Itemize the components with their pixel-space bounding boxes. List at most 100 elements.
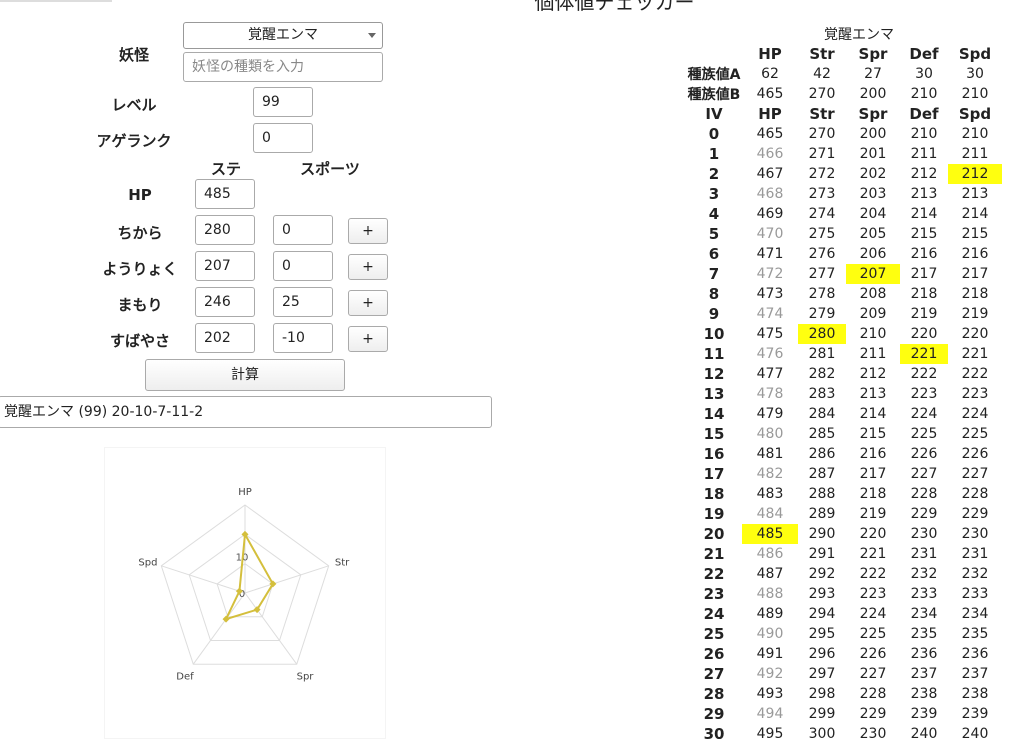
base-b-value: 200 [859, 86, 887, 102]
str-plus-button[interactable]: + [348, 218, 388, 244]
level-label: レベル [111, 96, 157, 114]
iv-number: 0 [708, 125, 720, 143]
base-b-row: 種族値B 465 270 200 210 210 [686, 84, 1002, 104]
def-cell: 233 [910, 586, 938, 602]
table-row: 13 478 283 213 223 223 [686, 384, 1002, 404]
hp-stat-input[interactable]: 485 [195, 179, 255, 209]
spd-plus-button[interactable]: + [348, 326, 388, 352]
str-cell: 292 [808, 566, 836, 582]
base-b-value: 210 [961, 86, 989, 102]
spd-cell: 219 [961, 306, 989, 322]
hp-cell: 484 [756, 506, 784, 522]
spd-cell: 212 [948, 164, 1002, 184]
table-row: 11 476 281 211 221 221 [686, 344, 1002, 364]
iv-number: 17 [703, 465, 725, 483]
spd-sports-input[interactable]: -10 [273, 323, 333, 353]
iv-table-container: 覚醒エンマ HP Str Spr Def Spd 種族値A 62 42 27 30 30 種族値B 465… [686, 24, 1002, 744]
def-cell: 220 [910, 326, 938, 342]
table-row: 15 480 285 215 225 225 [686, 424, 1002, 444]
str-cell: 271 [808, 146, 836, 162]
table-row: 18 483 288 218 228 228 [686, 484, 1002, 504]
iv-number: 27 [703, 665, 725, 683]
def-stat-input[interactable]: 246 [195, 287, 255, 317]
iv-number: 26 [703, 645, 725, 663]
spr-cell: 205 [859, 226, 887, 242]
hp-cell: 493 [756, 686, 784, 702]
str-sports-input[interactable]: 0 [273, 215, 333, 245]
spd-stat-input[interactable]: 202 [195, 323, 255, 353]
spr-cell: 218 [859, 486, 887, 502]
iv-number: 8 [708, 285, 720, 303]
iv-number: 22 [703, 565, 725, 583]
spr-cell: 212 [859, 366, 887, 382]
radar-axis-spr [244, 592, 298, 665]
base-a-value: 62 [761, 66, 779, 82]
str-cell: 289 [808, 506, 836, 522]
str-cell: 300 [808, 726, 836, 742]
base-b-value: 270 [808, 86, 836, 102]
spr-stat-input[interactable]: 207 [195, 251, 255, 281]
youkai-select[interactable]: 覚醒エンマ [183, 22, 383, 49]
spd-cell: 238 [961, 686, 989, 702]
str-cell: 281 [808, 346, 836, 362]
spr-cell: 226 [859, 646, 887, 662]
str-cell: 277 [808, 266, 836, 282]
iv-number: 24 [703, 605, 725, 623]
iv-number: 4 [708, 205, 720, 223]
spr-cell: 209 [859, 306, 887, 322]
hp-cell: 471 [756, 246, 784, 262]
str-stat-input[interactable]: 280 [195, 215, 255, 245]
iv-number: 30 [703, 725, 725, 743]
spd-cell: 216 [961, 246, 989, 262]
spr-cell: 211 [859, 346, 887, 362]
spr-sports-input[interactable]: 0 [273, 251, 333, 281]
iv-number: 29 [703, 705, 725, 723]
result-output[interactable]: 覚醒エンマ (99) 20-10-7-11-2 [0, 396, 492, 428]
stat-header: Str [809, 45, 835, 63]
def-sports-input[interactable]: 25 [273, 287, 333, 317]
spr-label: ようりょく [102, 260, 178, 278]
spd-cell: 232 [961, 566, 989, 582]
str-cell: 295 [808, 626, 836, 642]
def-cell: 218 [910, 286, 938, 302]
table-row: 22 487 292 222 232 232 [686, 564, 1002, 584]
def-plus-button[interactable]: + [348, 290, 388, 316]
spr-cell: 222 [859, 566, 887, 582]
hp-cell: 480 [756, 426, 784, 442]
spd-cell: 239 [961, 706, 989, 722]
hp-cell: 468 [756, 186, 784, 202]
str-cell: 273 [808, 186, 836, 202]
str-cell: 279 [808, 306, 836, 322]
iv-number: 11 [703, 345, 725, 363]
spr-cell: 203 [859, 186, 887, 202]
base-b-value: 210 [910, 86, 938, 102]
base-a-row: 種族値A 62 42 27 30 30 [686, 64, 1002, 84]
table-cell [686, 44, 742, 64]
spr-plus-button[interactable]: + [348, 254, 388, 280]
table-row: 5 470 275 205 215 215 [686, 224, 1002, 244]
iv-number: 3 [708, 185, 720, 203]
spd-cell: 218 [961, 286, 989, 302]
def-cell: 240 [910, 726, 938, 742]
str-cell: 290 [808, 526, 836, 542]
table-row: 10 475 280 210 220 220 [686, 324, 1002, 344]
hp-cell: 478 [756, 386, 784, 402]
level-input[interactable]: 99 [253, 87, 313, 117]
def-cell: 238 [910, 686, 938, 702]
spr-cell: 210 [859, 326, 887, 342]
str-label: ちから [117, 224, 163, 242]
hp-cell: 477 [756, 366, 784, 382]
iv-header-row: IV HP Str Spr Def Spd [686, 104, 1002, 124]
spr-cell: 201 [859, 146, 887, 162]
iv-header: IV [705, 105, 723, 123]
spd-cell: 236 [961, 646, 989, 662]
def-cell: 230 [910, 526, 938, 542]
youkai-search-input[interactable]: 妖怪の種類を入力 [183, 52, 383, 82]
ageranku-input[interactable]: 0 [253, 123, 313, 153]
def-cell: 229 [910, 506, 938, 522]
spd-cell: 217 [961, 266, 989, 282]
spr-cell: 207 [846, 264, 900, 284]
table-row: 6 471 276 206 216 216 [686, 244, 1002, 264]
hp-cell: 473 [756, 286, 784, 302]
calculate-button[interactable]: 計算 [145, 359, 345, 391]
